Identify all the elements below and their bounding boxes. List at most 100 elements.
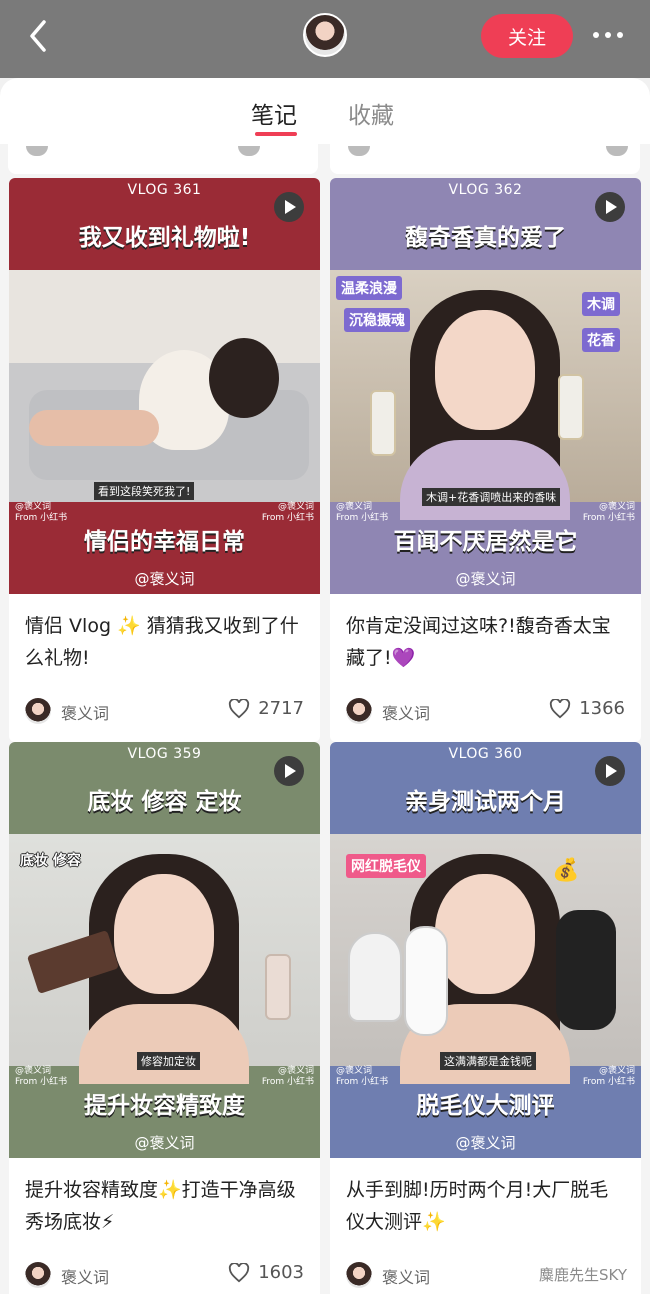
notes-panel: 笔记 收藏 VLOG 361 我又收到礼物啦! 看到这段笑死我了! @褒义词 Fr… <box>0 78 650 1294</box>
note-thumbnail[interactable]: VLOG 362 馥奇香真的爱了 温柔浪漫 沉稳摄魂 木调 花香 木调+花香调喷… <box>330 178 641 594</box>
thumbnail-photo: 网红脱毛仪 💰 这满满都是金钱呢 <box>330 834 641 1084</box>
subtitle-caption: 这满满都是金钱呢 <box>440 1052 536 1070</box>
face-shape <box>435 310 535 430</box>
heart-icon <box>229 1262 250 1282</box>
tab-bar: 笔记 收藏 <box>0 78 650 144</box>
like-button[interactable]: 1603 <box>228 1262 304 1283</box>
thumbnail-bottom-title: 提升妆容精致度 <box>84 1093 245 1119</box>
vlog-number: VLOG 361 <box>127 182 202 198</box>
watermark-name: @褒义词 <box>336 502 373 512</box>
note-description[interactable]: 提升妆容精致度✨打造干净高级秀场底妆⚡ <box>9 1158 320 1254</box>
tag-label: 底妆 修容 <box>20 853 81 869</box>
watermark: @褒义词 From 小红书 <box>336 1066 388 1088</box>
note-meta: 褒义词 麋鹿先生SKY <box>330 1254 641 1294</box>
heart-icon <box>229 698 250 718</box>
note-thumbnail[interactable]: VLOG 360 亲身测试两个月 网红脱毛仪 💰 这满满都是金钱呢 @褒义词 Fr… <box>330 742 641 1158</box>
device-shape <box>404 926 448 1036</box>
watermark: @褒义词 From 小红书 <box>262 1066 314 1088</box>
note-description[interactable]: 从手到脚!历时两个月!大厂脱毛仪大测评✨ <box>330 1158 641 1254</box>
tag-label: 网红脱毛仪 <box>346 854 426 878</box>
like-button[interactable]: 1366 <box>549 698 625 719</box>
thumbnail-bottom-title: 百闻不厌居然是它 <box>393 529 578 555</box>
author-avatar[interactable] <box>346 1262 372 1288</box>
perfume-bottle-shape <box>558 374 584 440</box>
subtitle-caption: 看到这段笑死我了! <box>94 482 195 500</box>
thumbnail-headline: 底妆 修容 定妆 <box>87 789 242 815</box>
author-avatar[interactable] <box>346 698 372 724</box>
note-meta: 褒义词 1603 <box>9 1254 320 1294</box>
vlog-number: VLOG 360 <box>448 746 523 762</box>
watermark-name: @褒义词 <box>277 502 314 512</box>
thumbnail-handle: @褒义词 <box>134 1134 195 1152</box>
thumbnail-headline: 我又收到礼物啦! <box>78 225 251 251</box>
back-arrow-icon[interactable] <box>22 16 56 56</box>
watermark-name: @褒义词 <box>15 1066 52 1076</box>
active-tab-indicator <box>255 132 297 136</box>
tab-notes[interactable]: 笔记 <box>251 96 297 130</box>
watermark-name: @褒义词 <box>598 1066 635 1076</box>
author-name[interactable]: 褒义词 <box>61 1264 109 1288</box>
device-shape <box>556 910 616 1030</box>
author-avatar[interactable] <box>25 698 51 724</box>
note-description[interactable]: 你肯定没闻过这味?!馥奇香太宝藏了!💜 <box>330 594 641 690</box>
face-shape <box>114 874 214 994</box>
note-card[interactable]: VLOG 362 馥奇香真的爱了 温柔浪漫 沉稳摄魂 木调 花香 木调+花香调喷… <box>330 178 641 742</box>
like-count: 1603 <box>258 1262 304 1283</box>
heart-icon <box>550 698 571 718</box>
note-description[interactable]: 情侣 Vlog ✨ 猜猜我又收到了什么礼物! <box>9 594 320 690</box>
like-button[interactable]: 2717 <box>228 698 304 719</box>
like-count: 2717 <box>258 698 304 719</box>
body-shape <box>79 1004 249 1084</box>
money-bag-icon: 💰 <box>552 858 580 883</box>
watermark-name: @褒义词 <box>336 1066 373 1076</box>
foundation-bottle-shape <box>265 954 291 1020</box>
watermark: @褒义词 From 小红书 <box>583 1066 635 1088</box>
thumbnail-photo: 看到这段笑死我了! <box>9 270 320 502</box>
note-card[interactable]: VLOG 361 我又收到礼物啦! 看到这段笑死我了! @褒义词 From 小红书… <box>9 178 320 742</box>
tag-label: 沉稳摄魂 <box>344 308 410 332</box>
previous-card-peek <box>8 144 318 174</box>
person-hair-shape <box>209 338 279 418</box>
watermark: @褒义词 From 小红书 <box>583 502 635 524</box>
subtitle-caption: 修容加定妆 <box>137 1052 200 1070</box>
author-name[interactable]: 褒义词 <box>382 700 430 724</box>
thumbnail-headline: 亲身测试两个月 <box>405 789 566 815</box>
thumbnail-bottom-title: 情侣的幸福日常 <box>84 529 245 555</box>
more-options-icon[interactable] <box>588 25 628 45</box>
note-card[interactable]: VLOG 360 亲身测试两个月 网红脱毛仪 💰 这满满都是金钱呢 @褒义词 Fr… <box>330 742 641 1294</box>
thumbnail-bottom-title: 脱毛仪大测评 <box>416 1093 555 1119</box>
note-thumbnail[interactable]: VLOG 359 底妆 修容 定妆 底妆 修容 修容加定妆 @褒义词 From 小… <box>9 742 320 1158</box>
device-shape <box>348 932 402 1022</box>
play-icon[interactable] <box>595 192 625 222</box>
perfume-bottle-shape <box>370 390 396 456</box>
note-meta: 褒义词 1366 <box>330 690 641 742</box>
author-avatar[interactable] <box>25 1262 51 1288</box>
profile-avatar[interactable] <box>303 13 347 57</box>
tag-label: 温柔浪漫 <box>336 276 402 300</box>
watermark: @褒义词 From 小红书 <box>262 502 314 524</box>
thumbnail-headline: 馥奇香真的爱了 <box>405 225 566 251</box>
note-meta: 褒义词 2717 <box>9 690 320 742</box>
thumbnail-handle: @褒义词 <box>134 570 195 588</box>
thumbnail-handle: @褒义词 <box>455 1134 516 1152</box>
follow-button[interactable]: 关注 <box>481 14 573 58</box>
play-icon[interactable] <box>274 756 304 786</box>
play-icon[interactable] <box>595 756 625 786</box>
play-icon[interactable] <box>274 192 304 222</box>
tag-label: 花香 <box>582 328 620 352</box>
tag-label: 木调 <box>582 292 620 316</box>
like-count: 1366 <box>579 698 625 719</box>
top-navigation-bar: 关注 <box>0 0 650 78</box>
watermark: @褒义词 From 小红书 <box>15 502 67 524</box>
note-card[interactable]: VLOG 359 底妆 修容 定妆 底妆 修容 修容加定妆 @褒义词 From 小… <box>9 742 320 1294</box>
author-name[interactable]: 褒义词 <box>382 1264 430 1288</box>
watermark-name: @褒义词 <box>598 502 635 512</box>
author-name[interactable]: 褒义词 <box>61 700 109 724</box>
note-thumbnail[interactable]: VLOG 361 我又收到礼物啦! 看到这段笑死我了! @褒义词 From 小红书… <box>9 178 320 594</box>
previous-card-peek <box>330 144 640 174</box>
thumbnail-handle: @褒义词 <box>455 570 516 588</box>
tab-favorites[interactable]: 收藏 <box>348 96 394 130</box>
vlog-number: VLOG 362 <box>448 182 523 198</box>
body-shape <box>400 440 570 520</box>
overlay-watermark: 麋鹿先生SKY <box>539 1266 627 1284</box>
